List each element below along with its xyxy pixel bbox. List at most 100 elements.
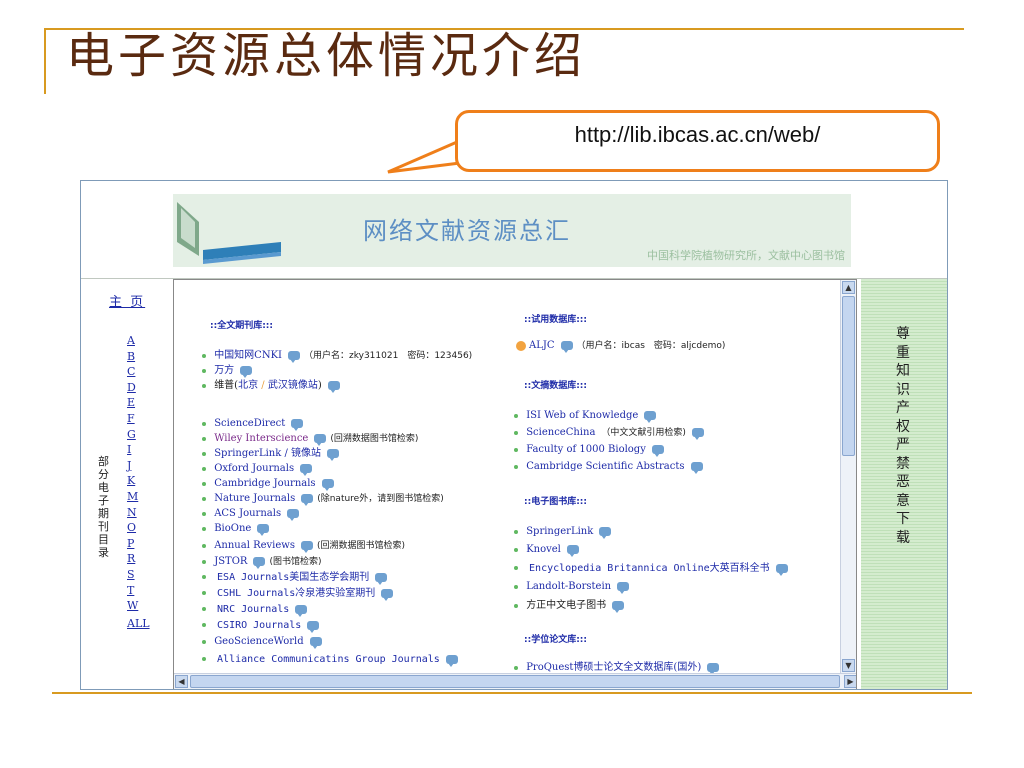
chat-icon[interactable] [327,381,340,393]
letter-link-o[interactable]: O [127,520,157,536]
chat-icon[interactable] [314,434,327,446]
knovel-link[interactable]: Knovel [526,544,561,555]
chat-icon[interactable] [300,464,313,476]
letter-link-t[interactable]: T [127,583,157,599]
left-nav: 主 页 部分电子期刊目录 A B C D E F G I J K M N O P… [81,279,171,689]
proquest-link[interactable]: ProQuest博硕士论文全文数据库(国外) [526,662,701,673]
cnki-link[interactable]: 中国知网CNKI [214,350,282,361]
letter-link-all[interactable]: ALL [127,616,157,632]
chat-icon[interactable] [375,572,388,585]
oxford-link[interactable]: Oxford Journals [214,463,294,474]
jstor-note: (图书馆检索) [269,557,322,567]
letter-link-i[interactable]: I [127,442,157,458]
scroll-right-button[interactable]: ▶ [844,675,856,688]
chat-icon[interactable] [287,509,300,521]
founder-link[interactable]: 方正中文电子图书 [526,600,606,611]
wiley-note: (回溯数据图书馆检索) [330,434,419,444]
letter-link-w[interactable]: W [127,598,157,614]
chat-icon[interactable] [321,479,334,491]
wanfang-link[interactable]: 万方 [214,365,234,376]
acs-link[interactable]: ACS Journals [214,508,281,519]
sciencedirect-link[interactable]: ScienceDirect [214,418,285,429]
chat-icon[interactable] [707,663,720,675]
chat-icon[interactable] [560,341,573,353]
springer-link[interactable]: SpringerLink / 镜像站 [214,448,321,459]
vip-beijing-link[interactable]: 北京 [238,380,258,391]
chat-icon[interactable] [257,524,270,536]
chat-icon[interactable] [599,527,612,539]
chat-icon[interactable] [381,588,394,601]
letter-link-e[interactable]: E [127,395,157,411]
letter-link-b[interactable]: B [127,349,157,365]
chat-icon[interactable] [690,462,703,474]
alliance-link[interactable]: Alliance Communicatins Group Journals [217,654,440,665]
nrc-link[interactable]: NRC Journals [217,604,289,615]
copyright-notice: 尊重知识产权 严禁恶意下载 [896,326,910,546]
wiley-link[interactable]: Wiley Interscience [214,433,308,444]
aljc-link[interactable]: ALJC [529,340,555,351]
chat-icon[interactable] [291,419,304,431]
nature-link[interactable]: Nature Journals [214,493,295,504]
letter-link-r[interactable]: R [127,551,157,567]
list-item-aljc: ALJC （用户名：ibcas 密码：aljcdemo) [516,340,725,353]
chat-icon[interactable] [617,582,630,594]
chat-icon[interactable] [644,411,657,423]
chat-icon[interactable] [300,541,313,553]
csiro-link[interactable]: CSIRO Journals [217,620,301,631]
chat-icon[interactable] [307,620,320,633]
f1000-link[interactable]: Faculty of 1000 Biology [526,444,646,455]
letter-link-m[interactable]: M [127,489,157,505]
cshl-link[interactable]: CSHL Journals冷泉港实验室期刊 [217,588,375,599]
letter-link-j[interactable]: J [127,458,157,474]
geoscience-link[interactable]: GeoScienceWorld [214,636,303,647]
scroll-up-button[interactable]: ▲ [842,281,855,294]
esa-link[interactable]: ESA Journals美国生态学会期刊 [217,572,369,583]
home-link[interactable]: 主 页 [109,291,145,310]
chat-icon[interactable] [288,351,301,363]
list-item-knovel: Knovel [514,544,583,557]
scroll-left-button[interactable]: ◀ [175,675,188,688]
chat-icon[interactable] [612,601,625,613]
list-item-vip: 维普(北京 / 武汉镜像站) [202,380,344,393]
chat-icon[interactable] [295,604,308,617]
vertical-scrollbar[interactable]: ▲ ▼ [840,280,856,673]
chat-icon[interactable] [566,545,579,557]
chat-icon[interactable] [253,557,266,569]
sciencechina-link[interactable]: ScienceChina [526,427,595,438]
list-item-acs: ACS Journals [202,508,303,521]
letter-link-f[interactable]: F [127,411,157,427]
chat-icon[interactable] [775,563,788,576]
csa-link[interactable]: Cambridge Scientific Abstracts [526,461,684,472]
letter-link-s[interactable]: S [127,567,157,583]
landolt-link[interactable]: Landolt-Borstein [526,581,611,592]
chat-icon[interactable] [240,366,253,378]
jstor-link[interactable]: JSTOR [214,556,247,567]
list-item-sciencedirect: ScienceDirect [202,418,307,431]
chat-icon[interactable] [691,428,704,440]
sciencechina-note: （中文文献引用检索) [601,428,686,438]
britannica-link[interactable]: Encyclopedia Britannica Online大英百科全书 [529,563,770,574]
letter-link-p[interactable]: P [127,536,157,552]
chat-icon[interactable] [445,654,458,667]
chat-icon[interactable] [651,445,664,457]
letter-link-g[interactable]: G [127,427,157,443]
scroll-thumb[interactable] [842,296,855,456]
horizontal-scrollbar[interactable]: ◀ ▶ [174,673,856,689]
springerlink-link[interactable]: SpringerLink [526,526,593,537]
letter-link-a[interactable]: A [127,333,157,349]
bioone-link[interactable]: BioOne [214,523,251,534]
letter-link-n[interactable]: N [127,505,157,521]
letter-link-c[interactable]: C [127,364,157,380]
isi-link[interactable]: ISI Web of Knowledge [526,410,638,421]
letter-link-d[interactable]: D [127,380,157,396]
banner-subtitle: 中国科学院植物研究所，文献中心图书馆 [647,249,845,262]
scroll-thumb-horizontal[interactable] [190,675,840,688]
letter-link-k[interactable]: K [127,473,157,489]
cambridge-link[interactable]: Cambridge Journals [214,478,315,489]
chat-icon[interactable] [327,449,340,461]
chat-icon[interactable] [301,494,314,506]
annual-reviews-link[interactable]: Annual Reviews [214,540,295,551]
scroll-down-button[interactable]: ▼ [842,659,855,672]
vip-wuhan-link[interactable]: 武汉镜像站 [268,380,318,391]
chat-icon[interactable] [309,637,322,649]
